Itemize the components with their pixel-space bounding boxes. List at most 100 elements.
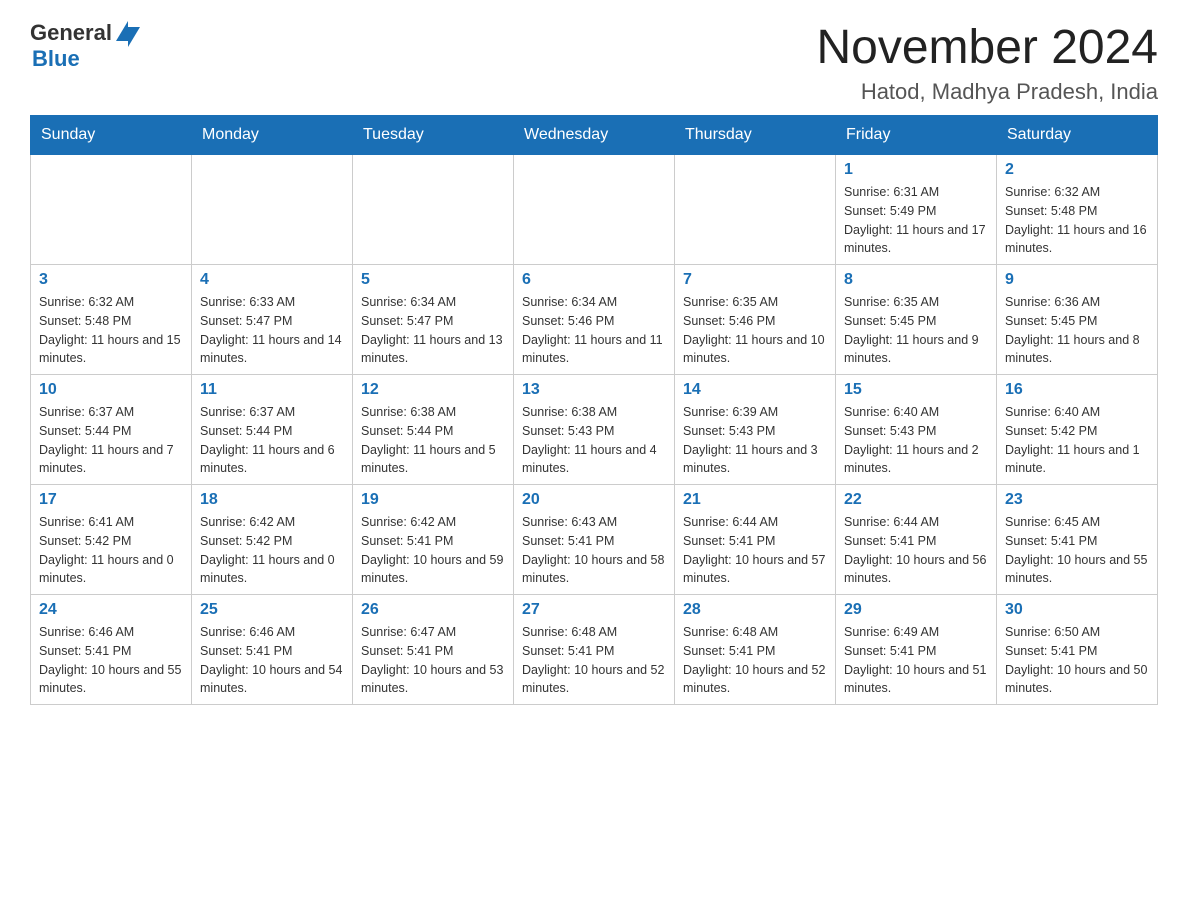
day-info: Sunrise: 6:32 AM Sunset: 5:48 PM Dayligh… (39, 293, 183, 368)
day-info: Sunrise: 6:48 AM Sunset: 5:41 PM Dayligh… (683, 623, 827, 698)
calendar-cell: 26Sunrise: 6:47 AM Sunset: 5:41 PM Dayli… (353, 595, 514, 705)
day-number: 9 (1005, 271, 1149, 289)
day-number: 28 (683, 601, 827, 619)
calendar-cell: 22Sunrise: 6:44 AM Sunset: 5:41 PM Dayli… (836, 485, 997, 595)
weekday-header-sunday: Sunday (31, 116, 192, 155)
weekday-header-tuesday: Tuesday (353, 116, 514, 155)
day-number: 4 (200, 271, 344, 289)
calendar-cell (192, 155, 353, 265)
calendar-cell: 8 Sunrise: 6:35 AM Sunset: 5:45 PM Daylig… (836, 265, 997, 375)
day-number: 7 (683, 271, 827, 289)
day-number: 16 (1005, 381, 1149, 399)
logo-text-blue: Blue (32, 46, 80, 72)
day-number: 3 (39, 271, 183, 289)
day-info: Sunrise: 6:38 AM Sunset: 5:43 PM Dayligh… (522, 403, 666, 478)
calendar-week-4: 17Sunrise: 6:41 AM Sunset: 5:42 PM Dayli… (31, 485, 1158, 595)
day-info: Sunrise: 6:38 AM Sunset: 5:44 PM Dayligh… (361, 403, 505, 478)
calendar-cell: 15 Sunrise: 6:40 AM Sunset: 5:43 PM Dayli… (836, 375, 997, 485)
main-title: November 2024 (816, 20, 1158, 75)
day-number: 10 (39, 381, 183, 399)
calendar-cell: 16Sunrise: 6:40 AM Sunset: 5:42 PM Dayli… (997, 375, 1158, 485)
day-number: 1 (844, 161, 988, 179)
day-number: 14 (683, 381, 827, 399)
day-number: 8 (844, 271, 988, 289)
day-info: Sunrise: 6:33 AM Sunset: 5:47 PM Dayligh… (200, 293, 344, 368)
day-info: Sunrise: 6:47 AM Sunset: 5:41 PM Dayligh… (361, 623, 505, 698)
day-info: Sunrise: 6:46 AM Sunset: 5:41 PM Dayligh… (200, 623, 344, 698)
day-info: Sunrise: 6:42 AM Sunset: 5:41 PM Dayligh… (361, 513, 505, 588)
day-info: Sunrise: 6:48 AM Sunset: 5:41 PM Dayligh… (522, 623, 666, 698)
calendar-cell: 12 Sunrise: 6:38 AM Sunset: 5:44 PM Dayli… (353, 375, 514, 485)
sub-title: Hatod, Madhya Pradesh, India (816, 79, 1158, 105)
day-info: Sunrise: 6:35 AM Sunset: 5:45 PM Dayligh… (844, 293, 988, 368)
calendar-cell (675, 155, 836, 265)
day-info: Sunrise: 6:44 AM Sunset: 5:41 PM Dayligh… (683, 513, 827, 588)
calendar-cell (353, 155, 514, 265)
weekday-header-friday: Friday (836, 116, 997, 155)
calendar-cell: 9 Sunrise: 6:36 AM Sunset: 5:45 PM Daylig… (997, 265, 1158, 375)
calendar-cell: 10 Sunrise: 6:37 AM Sunset: 5:44 PM Dayli… (31, 375, 192, 485)
calendar-cell: 28 Sunrise: 6:48 AM Sunset: 5:41 PM Dayli… (675, 595, 836, 705)
day-number: 5 (361, 271, 505, 289)
calendar-cell: 30 Sunrise: 6:50 AM Sunset: 5:41 PM Dayli… (997, 595, 1158, 705)
day-number: 22 (844, 491, 988, 509)
day-number: 30 (1005, 601, 1149, 619)
day-info: Sunrise: 6:37 AM Sunset: 5:44 PM Dayligh… (39, 403, 183, 478)
calendar-cell: 18 Sunrise: 6:42 AM Sunset: 5:42 PM Dayli… (192, 485, 353, 595)
day-number: 21 (683, 491, 827, 509)
calendar-cell: 1Sunrise: 6:31 AM Sunset: 5:49 PM Daylig… (836, 155, 997, 265)
day-number: 25 (200, 601, 344, 619)
calendar-cell: 11 Sunrise: 6:37 AM Sunset: 5:44 PM Dayli… (192, 375, 353, 485)
calendar-cell: 27 Sunrise: 6:48 AM Sunset: 5:41 PM Dayli… (514, 595, 675, 705)
calendar-cell (31, 155, 192, 265)
day-number: 29 (844, 601, 988, 619)
calendar-week-2: 3 Sunrise: 6:32 AM Sunset: 5:48 PM Daylig… (31, 265, 1158, 375)
calendar-cell: 4 Sunrise: 6:33 AM Sunset: 5:47 PM Daylig… (192, 265, 353, 375)
calendar-body: 1Sunrise: 6:31 AM Sunset: 5:49 PM Daylig… (31, 155, 1158, 705)
day-number: 15 (844, 381, 988, 399)
day-info: Sunrise: 6:46 AM Sunset: 5:41 PM Dayligh… (39, 623, 183, 698)
day-number: 20 (522, 491, 666, 509)
calendar-week-5: 24Sunrise: 6:46 AM Sunset: 5:41 PM Dayli… (31, 595, 1158, 705)
calendar-cell: 21 Sunrise: 6:44 AM Sunset: 5:41 PM Dayli… (675, 485, 836, 595)
calendar-cell (514, 155, 675, 265)
calendar-cell: 25 Sunrise: 6:46 AM Sunset: 5:41 PM Dayli… (192, 595, 353, 705)
day-info: Sunrise: 6:45 AM Sunset: 5:41 PM Dayligh… (1005, 513, 1149, 588)
day-info: Sunrise: 6:35 AM Sunset: 5:46 PM Dayligh… (683, 293, 827, 368)
logo-triangle-up (116, 21, 128, 41)
day-info: Sunrise: 6:39 AM Sunset: 5:43 PM Dayligh… (683, 403, 827, 478)
day-number: 19 (361, 491, 505, 509)
day-info: Sunrise: 6:50 AM Sunset: 5:41 PM Dayligh… (1005, 623, 1149, 698)
day-info: Sunrise: 6:43 AM Sunset: 5:41 PM Dayligh… (522, 513, 666, 588)
day-number: 11 (200, 381, 344, 399)
weekday-header-monday: Monday (192, 116, 353, 155)
day-number: 23 (1005, 491, 1149, 509)
calendar-cell: 6Sunrise: 6:34 AM Sunset: 5:46 PM Daylig… (514, 265, 675, 375)
calendar-week-3: 10 Sunrise: 6:37 AM Sunset: 5:44 PM Dayli… (31, 375, 1158, 485)
day-number: 12 (361, 381, 505, 399)
day-number: 17 (39, 491, 183, 509)
calendar-cell: 3 Sunrise: 6:32 AM Sunset: 5:48 PM Daylig… (31, 265, 192, 375)
calendar-cell: 20 Sunrise: 6:43 AM Sunset: 5:41 PM Dayli… (514, 485, 675, 595)
calendar-cell: 19 Sunrise: 6:42 AM Sunset: 5:41 PM Dayli… (353, 485, 514, 595)
day-number: 13 (522, 381, 666, 399)
day-number: 27 (522, 601, 666, 619)
day-info: Sunrise: 6:37 AM Sunset: 5:44 PM Dayligh… (200, 403, 344, 478)
title-section: November 2024 Hatod, Madhya Pradesh, Ind… (816, 20, 1158, 105)
calendar-cell: 24Sunrise: 6:46 AM Sunset: 5:41 PM Dayli… (31, 595, 192, 705)
weekday-header-saturday: Saturday (997, 116, 1158, 155)
day-info: Sunrise: 6:36 AM Sunset: 5:45 PM Dayligh… (1005, 293, 1149, 368)
day-info: Sunrise: 6:42 AM Sunset: 5:42 PM Dayligh… (200, 513, 344, 588)
logo-text-general: General (30, 20, 112, 46)
calendar-header: SundayMondayTuesdayWednesdayThursdayFrid… (31, 116, 1158, 155)
calendar-cell: 13 Sunrise: 6:38 AM Sunset: 5:43 PM Dayli… (514, 375, 675, 485)
day-info: Sunrise: 6:34 AM Sunset: 5:47 PM Dayligh… (361, 293, 505, 368)
day-number: 2 (1005, 161, 1149, 179)
day-number: 18 (200, 491, 344, 509)
calendar-cell: 14 Sunrise: 6:39 AM Sunset: 5:43 PM Dayli… (675, 375, 836, 485)
day-info: Sunrise: 6:40 AM Sunset: 5:43 PM Dayligh… (844, 403, 988, 478)
calendar-cell: 2Sunrise: 6:32 AM Sunset: 5:48 PM Daylig… (997, 155, 1158, 265)
weekday-header-row: SundayMondayTuesdayWednesdayThursdayFrid… (31, 116, 1158, 155)
day-info: Sunrise: 6:34 AM Sunset: 5:46 PM Dayligh… (522, 293, 666, 368)
calendar-cell: 17Sunrise: 6:41 AM Sunset: 5:42 PM Dayli… (31, 485, 192, 595)
